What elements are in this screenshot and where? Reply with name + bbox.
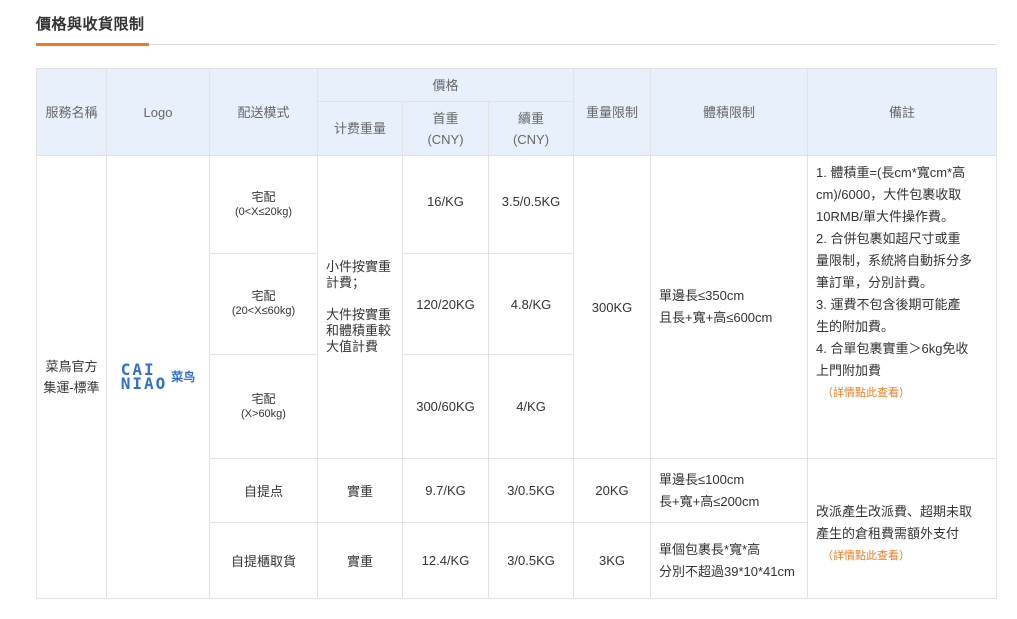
cainiao-logo-line2: NIAO <box>120 374 168 393</box>
volume-limit-locker-line2: 分別不超過39*10*41cm <box>659 563 795 579</box>
cainiao-logo: CAI NIAO 菜鸟 <box>120 362 196 393</box>
remarks-self-pickup-detail-link[interactable]: （詳情點此查看） <box>816 545 992 567</box>
cainiao-logo-wordmark: CAI NIAO <box>120 362 168 393</box>
service-name-cell: 菜鳥官方 集運-標準 <box>36 155 107 599</box>
service-name-line1: 菜鳥官方 <box>45 359 98 374</box>
remark-line: 1. 體積重=(長cm*寬cm*高 <box>816 165 966 180</box>
billing-weight-line3: 大件按實重 <box>326 307 392 322</box>
mode-cell-locker: 自提櫃取貨 <box>209 522 318 599</box>
mode-cell-pickup-point: 自提点 <box>209 458 318 523</box>
volume-limit-home-line1: 單邊長≤350cm <box>659 288 745 303</box>
weight-limit-home: 300KG <box>573 155 652 459</box>
mode-range: (20<X≤60kg) <box>231 305 296 317</box>
first-weight-price: 300/60KG <box>402 354 489 459</box>
service-logo-cell: CAI NIAO 菜鸟 <box>106 155 210 599</box>
header-weight-limit: 重量限制 <box>573 68 652 156</box>
volume-limit-pickup-line2: 長+寬+高≤200cm <box>659 493 760 509</box>
volume-limit-locker: 單個包裹長*寬*高 分別不超過39*10*41cm <box>650 522 809 599</box>
mode-range: (0<X≤20kg) <box>234 205 293 218</box>
price-limits-table: 服務名稱 Logo 配送模式 價格 重量限制 體積限制 備註 计费重量 首重 (… <box>36 68 998 599</box>
header-first-weight: 首重 (CNY) <box>402 101 489 156</box>
first-weight-price: 12.4/KG <box>402 522 489 599</box>
remark-line: 產生的倉租費需額外支付 <box>816 525 960 541</box>
header-billing-weight: 计费重量 <box>317 101 403 156</box>
extra-weight-price: 4/KG <box>487 354 575 459</box>
billing-weight-rule: 小件按實重 計費； 大件按實重 和體積重較 大值計費 <box>317 155 403 459</box>
extra-weight-price: 3/0.5KG <box>487 522 575 599</box>
volume-limit-locker-line1: 單個包裹長*寬*高 <box>659 541 761 557</box>
mode-cell: 宅配 (20<X≤60kg) <box>209 253 318 355</box>
remarks-home: 1. 體積重=(長cm*寬cm*高 cm)/6000，大件包裹收取 10RMB/… <box>807 155 998 459</box>
remark-line: 筆訂單，分別計費。 <box>816 275 934 290</box>
extra-weight-price: 3.5/0.5KG <box>487 155 575 254</box>
billing-weight-line5: 大值計費 <box>326 339 379 354</box>
header-first-weight-label: 首重 <box>432 110 459 126</box>
remark-line: 改派產生改派費、超期未取 <box>816 503 973 519</box>
title-divider <box>36 44 996 45</box>
weight-limit-locker: 3KG <box>573 522 652 599</box>
mode-cell: 宅配 (0<X≤20kg) <box>209 155 318 254</box>
header-price: 價格 <box>316 68 575 102</box>
title-accent-bar <box>36 43 149 46</box>
billing-weight-line4: 和體積重較 <box>326 323 392 338</box>
header-delivery-mode: 配送模式 <box>209 68 318 156</box>
first-weight-price: 120/20KG <box>402 253 489 355</box>
mode-range: (X>60kg) <box>241 407 286 420</box>
volume-limit-pickup-line1: 單邊長≤100cm <box>659 471 745 487</box>
billing-weight-line2: 計費； <box>326 275 366 290</box>
remark-line: 4. 合單包裹實重＞6kg免收 <box>816 341 969 356</box>
header-first-weight-unit: (CNY) <box>427 131 464 147</box>
header-logo: Logo <box>106 68 210 156</box>
header-extra-weight-label: 續重 <box>518 110 545 126</box>
billing-weight-line1: 小件按實重 <box>326 259 392 274</box>
mode-cell: 宅配 (X>60kg) <box>209 354 318 459</box>
cainiao-logo-cn: 菜鸟 <box>171 370 196 384</box>
header-remarks: 備註 <box>807 68 998 156</box>
extra-weight-price: 3/0.5KG <box>487 458 575 523</box>
volume-limit-pickup-point: 單邊長≤100cm 長+寬+高≤200cm <box>650 458 809 523</box>
remark-line: 上門附加費 <box>816 363 882 378</box>
header-service-name: 服務名稱 <box>36 68 107 156</box>
service-name-line2: 集運-標準 <box>43 380 100 395</box>
mode-name: 宅配 <box>251 289 276 303</box>
weight-limit-pickup-point: 20KG <box>573 458 652 523</box>
section-title: 價格與收貨限制 <box>36 16 145 33</box>
header-extra-weight-unit: (CNY) <box>512 131 550 147</box>
remark-line: 量限制，系統將自動拆分多 <box>816 253 973 268</box>
billing-weight-pickup-point: 實重 <box>317 458 403 523</box>
volume-limit-home: 單邊長≤350cm 且長+寬+高≤600cm <box>650 155 809 459</box>
first-weight-price: 16/KG <box>402 155 489 254</box>
header-volume-limit: 體積限制 <box>650 68 809 156</box>
page: 價格與收貨限制 服務名稱 Logo 配送模式 價格 重量限制 體積限制 備註 计… <box>0 0 1017 619</box>
billing-weight-locker: 實重 <box>317 522 403 599</box>
extra-weight-price: 4.8/KG <box>487 253 575 355</box>
mode-name: 宅配 <box>251 391 276 406</box>
first-weight-price: 9.7/KG <box>402 458 489 523</box>
mode-name: 宅配 <box>251 189 276 204</box>
remarks-home-detail-link[interactable]: （詳情點此查看） <box>816 382 988 404</box>
header-extra-weight: 續重 (CNY) <box>487 101 575 156</box>
volume-limit-home-line2: 且長+寬+高≤600cm <box>659 310 773 325</box>
table-row: 菜鳥官方 集運-標準 CAI NIAO 菜鸟 宅配 (0<X≤20kg) 小件按… <box>36 155 998 599</box>
remark-line: cm)/6000，大件包裹收取 <box>816 187 962 202</box>
remark-line: 10RMB/單大件操作費。 <box>816 209 954 224</box>
remarks-self-pickup: 改派產生改派費、超期未取 產生的倉租費需額外支付 （詳情點此查看） <box>807 458 998 599</box>
remark-line: 3. 運費不包含後期可能產 <box>816 297 961 312</box>
remark-line: 2. 合併包裹如超尺寸或重 <box>816 231 961 246</box>
remark-line: 生的附加費。 <box>816 319 895 334</box>
